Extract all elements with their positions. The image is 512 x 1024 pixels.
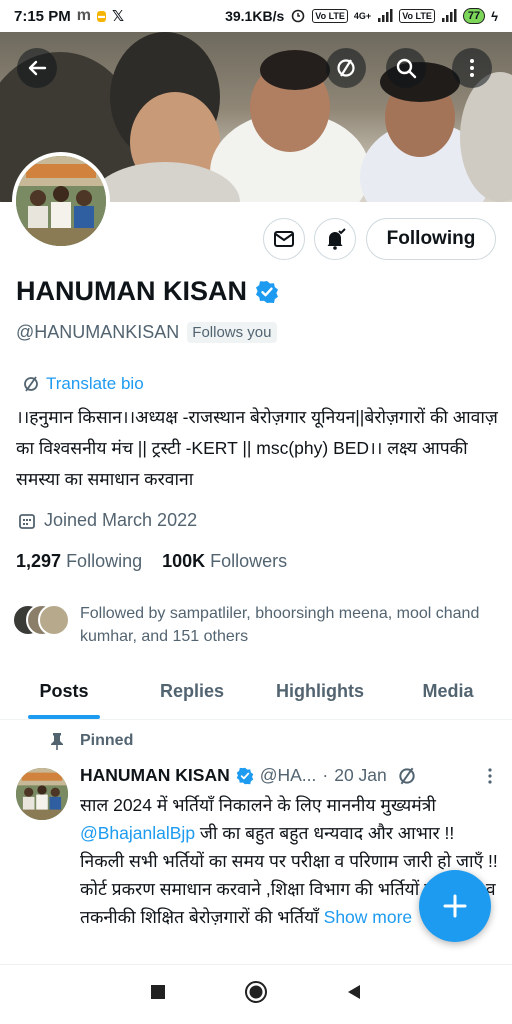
- following-label: Following: [66, 551, 143, 571]
- display-name: HANUMAN KISAN: [16, 276, 247, 306]
- handle: @HANUMANKISAN: [16, 322, 180, 342]
- more-options-button[interactable]: [452, 48, 492, 88]
- arrow-left-icon: [28, 60, 47, 76]
- joined-date: Joined March 2022: [44, 510, 198, 530]
- translate-icon: [24, 376, 38, 392]
- message-button[interactable]: [263, 218, 305, 260]
- bell-check-icon: [327, 228, 346, 250]
- volte-icon-1: Vo LTE: [312, 9, 348, 23]
- back-button[interactable]: [17, 48, 57, 88]
- verified-badge-icon[interactable]: [255, 280, 279, 304]
- post-text-part: साल 2024 में भर्तियाँ निकालने के लिए मान…: [80, 795, 436, 815]
- status-time: 7:15 PM: [14, 7, 71, 25]
- mutual-avatars: [12, 604, 70, 638]
- status-bar: 7:15 PM m ▬ 𝕏 39.1KB/s Vo LTE 4G+ Vo LTE…: [0, 0, 512, 32]
- charging-icon: ϟ: [491, 8, 498, 24]
- tab-media[interactable]: Media: [384, 668, 512, 719]
- pinned-indicator: Pinned: [50, 732, 133, 750]
- post-separator: ·: [322, 765, 329, 785]
- compose-post-button[interactable]: [419, 870, 491, 942]
- notifications-button[interactable]: [314, 218, 356, 260]
- more-vertical-icon: [470, 59, 474, 77]
- pinned-label: Pinned: [80, 732, 134, 749]
- system-back-button[interactable]: [345, 983, 363, 1006]
- home-button[interactable]: [244, 980, 268, 1009]
- mail-icon: [274, 231, 294, 247]
- translate-icon: [337, 59, 355, 77]
- verified-badge-icon: [236, 767, 253, 784]
- plus-icon: [443, 894, 467, 918]
- volte-icon-2: Vo LTE: [399, 9, 435, 23]
- system-nav-bar: [0, 964, 512, 1024]
- post-author-avatar[interactable]: [16, 768, 68, 820]
- more-vertical-icon[interactable]: [480, 766, 500, 786]
- tab-highlights[interactable]: Highlights: [256, 668, 384, 719]
- m-app-icon: m: [76, 7, 91, 24]
- recents-button[interactable]: [149, 983, 167, 1006]
- following-count: 1,297: [16, 551, 62, 571]
- notification-app-icon: ▬: [96, 10, 106, 22]
- search-icon: [396, 58, 417, 79]
- calendar-icon: [19, 513, 35, 529]
- net-speed: 39.1KB/s: [225, 8, 285, 24]
- display-name-row: HANUMAN KISAN: [16, 276, 279, 307]
- network-type: 4G+: [353, 10, 372, 21]
- circle-home-icon: [244, 981, 267, 1003]
- profile-avatar[interactable]: [12, 152, 110, 250]
- followers-label: Followers: [210, 551, 288, 571]
- post-date[interactable]: 20 Jan: [334, 765, 387, 786]
- tab-replies[interactable]: Replies: [128, 668, 256, 719]
- followers-count: 100K: [162, 551, 206, 571]
- search-button[interactable]: [386, 48, 426, 88]
- follow-counts: 1,297 Following 100K Followers: [16, 551, 287, 572]
- translate-icon[interactable]: [397, 766, 417, 786]
- joined-date-row: Joined March 2022: [18, 510, 197, 531]
- triangle-back-icon: [348, 985, 361, 999]
- followed-by-row[interactable]: Followed by sampatliler, bhoorsingh meen…: [12, 602, 480, 648]
- follows-you-badge: Follows you: [187, 322, 277, 343]
- profile-bio: ।।हनुमान किसान।।अध्यक्ष -राजस्थान बेरोज़…: [16, 407, 498, 489]
- signal-icon-2: [441, 8, 457, 25]
- show-more-link[interactable]: Show more: [324, 907, 413, 927]
- following-count-link[interactable]: 1,297 Following: [16, 551, 142, 572]
- battery-indicator: 77: [462, 8, 486, 24]
- x-app-icon: 𝕏: [111, 8, 125, 25]
- post-author-name[interactable]: HANUMAN KISAN: [80, 765, 230, 786]
- alarm-icon: [290, 7, 306, 26]
- pin-icon: [51, 733, 63, 750]
- mutual-avatar: [38, 604, 70, 636]
- tab-posts[interactable]: Posts: [0, 668, 128, 719]
- translate-bio-link[interactable]: Translate bio: [22, 374, 144, 394]
- square-icon: [150, 985, 165, 999]
- translate-bio-label: Translate bio: [46, 374, 144, 393]
- translate-button[interactable]: [326, 48, 366, 88]
- post-header: HANUMAN KISAN @HA... · 20 Jan: [80, 765, 500, 786]
- post-author-handle: @HA...: [259, 765, 317, 785]
- following-button[interactable]: Following: [366, 218, 496, 260]
- handle-row: @HANUMANKISAN Follows you: [16, 322, 277, 343]
- profile-tabs: Posts Replies Highlights Media: [0, 668, 512, 720]
- post-mention[interactable]: @BhajanlalBjp: [80, 823, 195, 843]
- followers-count-link[interactable]: 100K Followers: [162, 551, 287, 572]
- signal-icon-1: [377, 8, 393, 25]
- followed-by-text: Followed by sampatliler, bhoorsingh meen…: [80, 605, 480, 645]
